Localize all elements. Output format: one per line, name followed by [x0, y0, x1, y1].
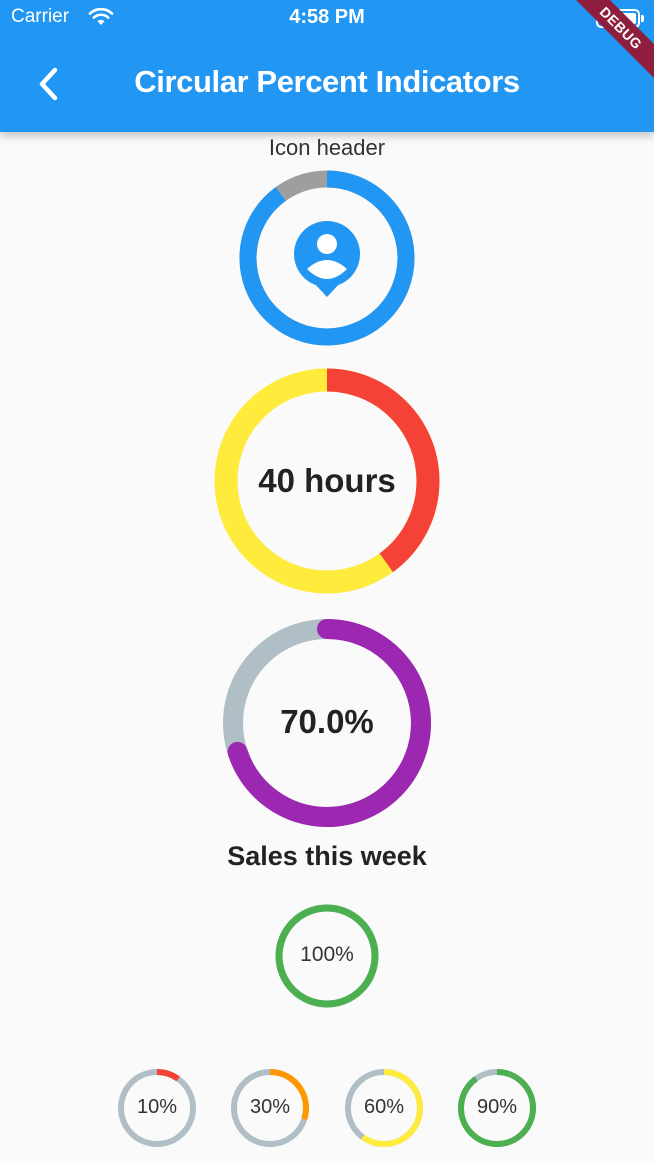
hours-center-text: 40 hours: [258, 462, 396, 499]
screen: Carrier 4:58 PM Circular Percent Indicat…: [0, 0, 654, 1163]
small-ring-label-30: 30%: [249, 1096, 291, 1118]
sales-footer-text: Sales this week: [227, 841, 427, 871]
battery-tip: [641, 15, 644, 22]
status-time: 4:58 PM: [289, 6, 365, 28]
small-ring-label-10: 10%: [136, 1096, 178, 1118]
page-title: Circular Percent Indicators: [134, 64, 520, 99]
small-ring-label-90: 90%: [476, 1096, 518, 1118]
app-bar: Carrier 4:58 PM Circular Percent Indicat…: [0, 0, 654, 132]
small-ring-label-60: 60%: [363, 1096, 405, 1118]
percent-indicators: [118, 170, 536, 1147]
person-pin-icon: [294, 221, 360, 297]
full-ring-text: 100%: [300, 943, 354, 966]
sales-percent-text: 70.0%: [280, 703, 374, 740]
